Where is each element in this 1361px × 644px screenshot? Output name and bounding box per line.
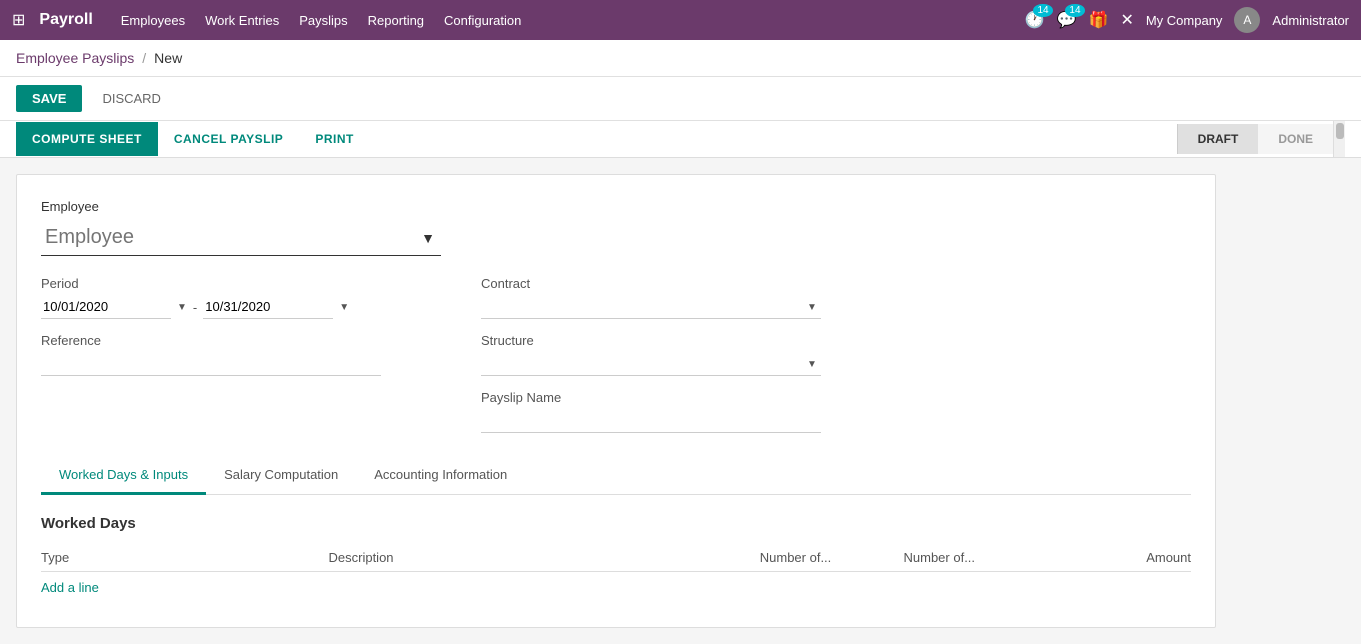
col-number-2: Number of...: [904, 550, 1048, 565]
message-badge: 14: [1065, 4, 1084, 17]
reference-field-group: Reference: [41, 333, 381, 376]
company-name: My Company: [1146, 13, 1223, 28]
reference-input[interactable]: [41, 352, 381, 376]
payslip-name-label: Payslip Name: [481, 390, 821, 405]
period-dash: -: [193, 300, 197, 315]
period-label: Period: [41, 276, 381, 291]
tabs: Worked Days & Inputs Salary Computation …: [41, 457, 1191, 495]
form-row-1: Period ▼ - ▼ Reference Cont: [41, 276, 1191, 433]
nav-reporting[interactable]: Reporting: [368, 13, 424, 28]
user-name: Administrator: [1272, 13, 1349, 28]
col-description: Description: [329, 550, 760, 565]
nav-right: 🕐 14 💬 14 🎁 ✕ My Company A Administrator: [1025, 7, 1349, 33]
worked-days-section: Worked Days Type Description Number of..…: [41, 515, 1191, 603]
activity-badge-wrap[interactable]: 🕐 14: [1025, 10, 1045, 30]
compute-sheet-button[interactable]: COMPUTE SHEET: [16, 122, 158, 156]
scrollbar: [1333, 121, 1345, 157]
period-to-arrow: ▼: [339, 302, 349, 313]
action-bar: SAVE DISCARD: [0, 77, 1361, 121]
breadcrumb-parent[interactable]: Employee Payslips: [16, 50, 134, 66]
col-type: Type: [41, 550, 329, 565]
contract-field-group: Contract ▼: [481, 276, 821, 319]
nav-configuration[interactable]: Configuration: [444, 13, 521, 28]
nav-employees[interactable]: Employees: [121, 13, 185, 28]
col-number-1: Number of...: [760, 550, 904, 565]
breadcrumb-separator: /: [142, 50, 146, 66]
period-wrap: ▼ - ▼: [41, 295, 381, 319]
save-button[interactable]: SAVE: [16, 85, 82, 112]
tab-accounting-information[interactable]: Accounting Information: [356, 457, 525, 495]
structure-label: Structure: [481, 333, 821, 348]
nav-links: Employees Work Entries Payslips Reportin…: [121, 13, 1025, 28]
period-field-group: Period ▼ - ▼: [41, 276, 381, 319]
table-header: Type Description Number of... Number of.…: [41, 544, 1191, 572]
payslip-name-field-group: Payslip Name: [481, 390, 821, 433]
period-to-input[interactable]: [203, 295, 333, 319]
app-name: Payroll: [39, 11, 92, 29]
payslip-name-input[interactable]: [481, 409, 821, 433]
cancel-payslip-button[interactable]: CANCEL PAYSLIP: [158, 122, 299, 156]
main-content: Employee ▼ Period ▼ - ▼: [0, 158, 1361, 644]
nav-payslips[interactable]: Payslips: [299, 13, 347, 28]
contract-select[interactable]: [481, 295, 821, 319]
secondary-toolbar: COMPUTE SHEET CANCEL PAYSLIP PRINT DRAFT…: [0, 121, 1361, 158]
employee-field-group: Employee ▼: [41, 199, 1191, 256]
activity-badge: 14: [1033, 4, 1052, 17]
top-navigation: ⊞ Payroll Employees Work Entries Payslip…: [0, 0, 1361, 40]
message-badge-wrap[interactable]: 💬 14: [1057, 10, 1077, 30]
period-from-input[interactable]: [41, 295, 171, 319]
add-line-button[interactable]: Add a line: [41, 572, 1191, 603]
close-icon[interactable]: ✕: [1120, 10, 1133, 30]
col-amount: Amount: [1047, 550, 1191, 565]
period-from-arrow: ▼: [177, 302, 187, 313]
breadcrumb-current: New: [154, 50, 182, 66]
print-button[interactable]: PRINT: [299, 122, 370, 156]
status-bar: DRAFT DONE: [1177, 121, 1345, 157]
status-done: DONE: [1258, 124, 1333, 154]
grid-icon[interactable]: ⊞: [12, 10, 25, 30]
form-card: Employee ▼ Period ▼ - ▼: [16, 174, 1216, 628]
nav-work-entries[interactable]: Work Entries: [205, 13, 279, 28]
structure-field-group: Structure ▼: [481, 333, 821, 376]
reference-label: Reference: [41, 333, 381, 348]
employee-input[interactable]: [41, 220, 441, 256]
breadcrumb: Employee Payslips / New: [0, 40, 1361, 77]
employee-label: Employee: [41, 199, 1191, 214]
tab-salary-computation[interactable]: Salary Computation: [206, 457, 356, 495]
status-draft: DRAFT: [1177, 124, 1259, 154]
avatar: A: [1234, 7, 1260, 33]
gift-icon[interactable]: 🎁: [1089, 10, 1109, 30]
discard-button[interactable]: DISCARD: [90, 85, 173, 112]
employee-select-wrap: ▼: [41, 220, 441, 256]
scrollbar-thumb: [1336, 123, 1344, 139]
structure-select[interactable]: [481, 352, 821, 376]
worked-days-title: Worked Days: [41, 515, 1191, 532]
tab-worked-days[interactable]: Worked Days & Inputs: [41, 457, 206, 495]
contract-label: Contract: [481, 276, 821, 291]
